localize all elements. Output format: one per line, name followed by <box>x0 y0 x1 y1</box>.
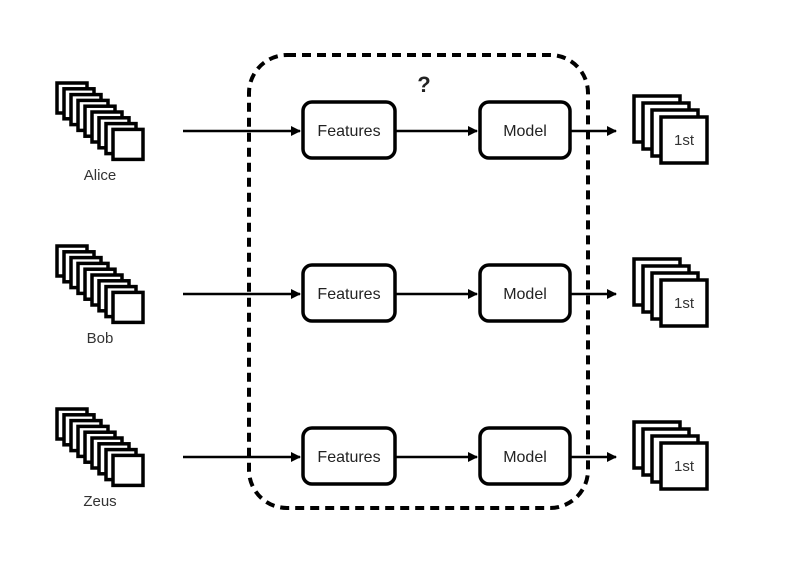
rank-label: 1st <box>674 295 695 312</box>
pipeline-diagram: ? Alice Features Model 1st Bob Features Model 1… <box>55 53 709 510</box>
rank-label: 1st <box>674 132 695 149</box>
model-label: Model <box>503 123 547 140</box>
person-label: Bob <box>87 330 114 347</box>
ranked-output-stack-icon <box>632 94 709 165</box>
model-label: Model <box>503 286 547 303</box>
ranked-output-stack-icon <box>632 257 709 328</box>
pipeline-row: Zeus Features Model 1st <box>55 407 709 510</box>
features-label: Features <box>317 123 380 140</box>
rank-label: 1st <box>674 458 695 475</box>
person-label: Alice <box>84 167 117 184</box>
input-image-stack-icon <box>55 81 145 162</box>
person-label: Zeus <box>83 493 116 510</box>
features-label: Features <box>317 286 380 303</box>
model-label: Model <box>503 449 547 466</box>
features-label: Features <box>317 449 380 466</box>
pipeline-row: Alice Features Model 1st <box>55 81 709 184</box>
ranked-output-stack-icon <box>632 420 709 491</box>
pipeline-row: Bob Features Model 1st <box>55 244 709 347</box>
input-image-stack-icon <box>55 407 145 488</box>
input-image-stack-icon <box>55 244 145 325</box>
question-mark: ? <box>417 72 430 97</box>
